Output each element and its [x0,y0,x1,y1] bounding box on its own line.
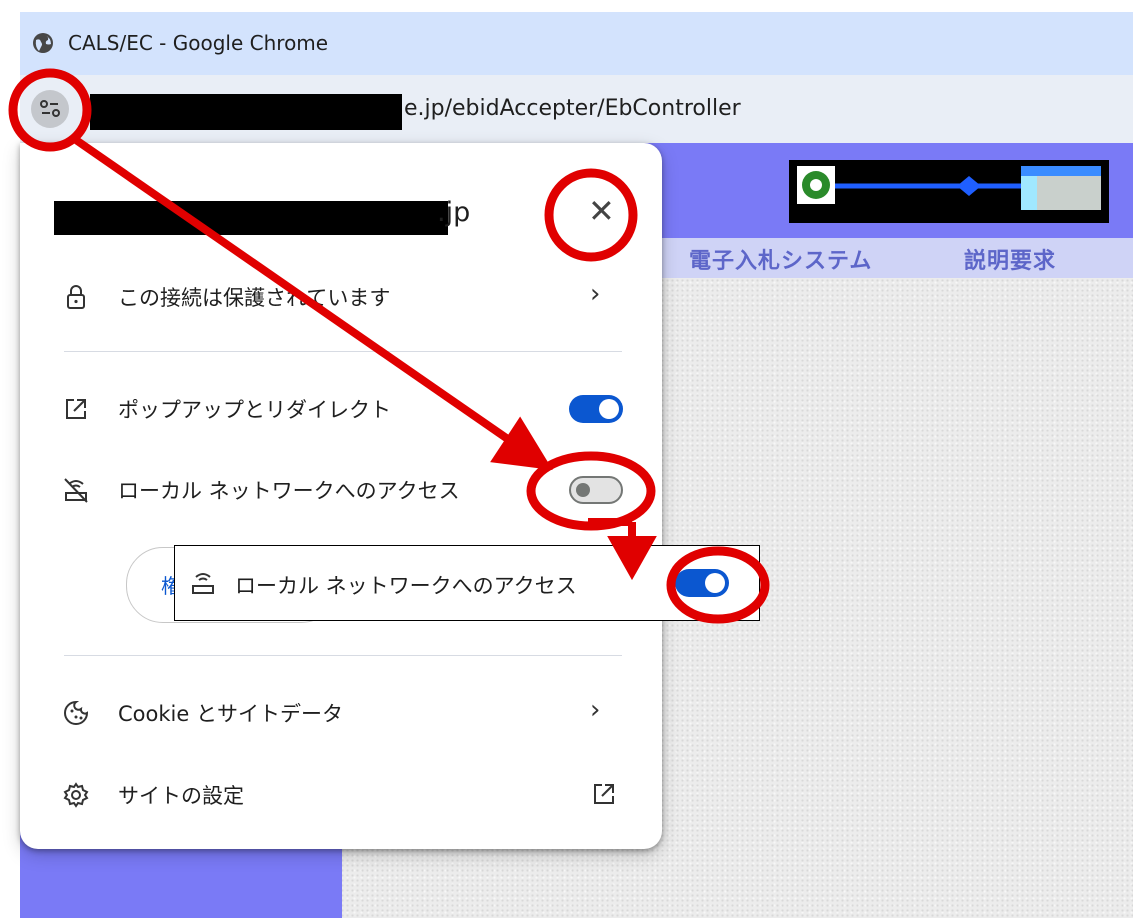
gear-icon [63,782,89,808]
url-text[interactable]: e.jp/ebidAccepter/EbController [404,96,741,121]
site-logo [789,160,1109,223]
cookie-label: Cookie とサイトデータ [118,702,343,726]
chrome-titlebar: CALS/EC - Google Chrome [20,12,1133,75]
chevron-right-icon: › [590,695,601,725]
lock-icon [67,285,85,309]
local-network-label: ローカル ネットワークへのアクセス [118,479,460,503]
window-title: CALS/EC - Google Chrome [68,31,329,55]
site-settings-label: サイトの設定 [118,784,244,808]
chevron-right-icon: › [590,279,601,309]
open-in-new-icon [594,784,614,804]
divider [64,351,622,352]
local-network-row: ローカル ネットワークへのアクセス [20,470,662,510]
cookie-row[interactable]: Cookie とサイトデータ › [20,693,662,733]
redacted-site-name [54,201,448,235]
cookie-icon [64,700,89,725]
nav-item-explanation-request[interactable]: 説明要求 [964,243,1056,275]
local-network-callout: ローカル ネットワークへのアクセス [174,545,760,621]
router-icon [192,573,214,594]
connection-security-row[interactable]: この接続は保護されています › [20,277,662,317]
popups-redirects-toggle[interactable] [569,395,623,423]
divider [64,655,622,656]
connection-security-label: この接続は保護されています [118,286,391,310]
globe-icon [33,33,53,53]
site-domain-suffix: .jp [437,197,471,228]
site-settings-row[interactable]: サイトの設定 [20,775,662,815]
close-icon[interactable]: ✕ [588,195,615,227]
popups-redirects-row: ポップアップとリダイレクト [20,389,662,429]
local-network-toggle[interactable] [569,476,623,504]
tune-icon[interactable] [31,90,69,128]
router-off-icon [64,478,88,503]
open-in-new-icon [66,399,86,419]
nav-item-ebid-system[interactable]: 電子入札システム [689,243,872,275]
callout-toggle[interactable] [675,569,729,597]
site-info-popup: .jp ✕ この接続は保護されています › ポップアップとリダイレクト ローカル… [20,143,662,849]
popups-redirects-label: ポップアップとリダイレクト [118,398,391,422]
callout-label: ローカル ネットワークへのアクセス [235,574,577,598]
redacted-url-block [90,94,402,130]
address-bar[interactable]: e.jp/ebidAccepter/EbController [20,75,1133,143]
